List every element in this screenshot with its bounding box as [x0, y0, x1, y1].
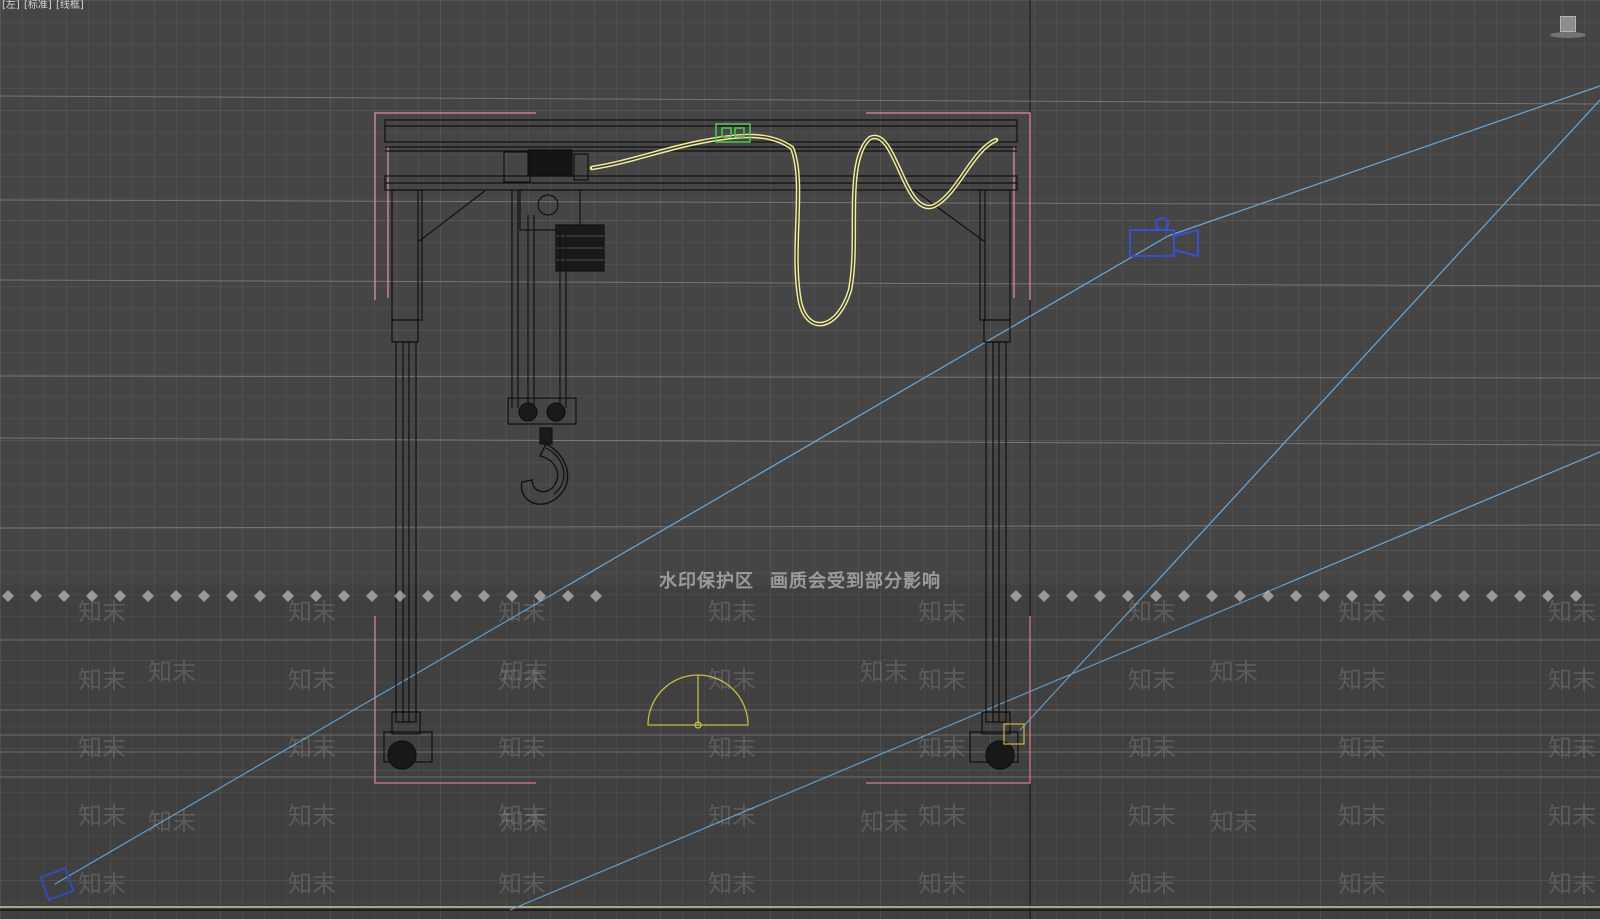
viewport-label-view[interactable]: [左] [2, 0, 20, 11]
wireframe-scene[interactable] [0, 0, 1600, 919]
viewcube-shadow [1550, 32, 1586, 38]
viewport-label: [左] [标准] [线框] [2, 0, 85, 12]
viewport-label-preset[interactable]: [标准] [24, 0, 52, 11]
viewport-label-shading[interactable]: [线框] [56, 0, 84, 11]
viewcube-face[interactable] [1560, 16, 1576, 32]
viewcube-icon[interactable] [1548, 14, 1588, 40]
viewport-grid-major [0, 0, 1600, 919]
left-viewport[interactable]: 水印保护区 画质会受到部分影响 知末知末知末知末知末知末知末知末知末知末知末知末… [0, 0, 1600, 919]
